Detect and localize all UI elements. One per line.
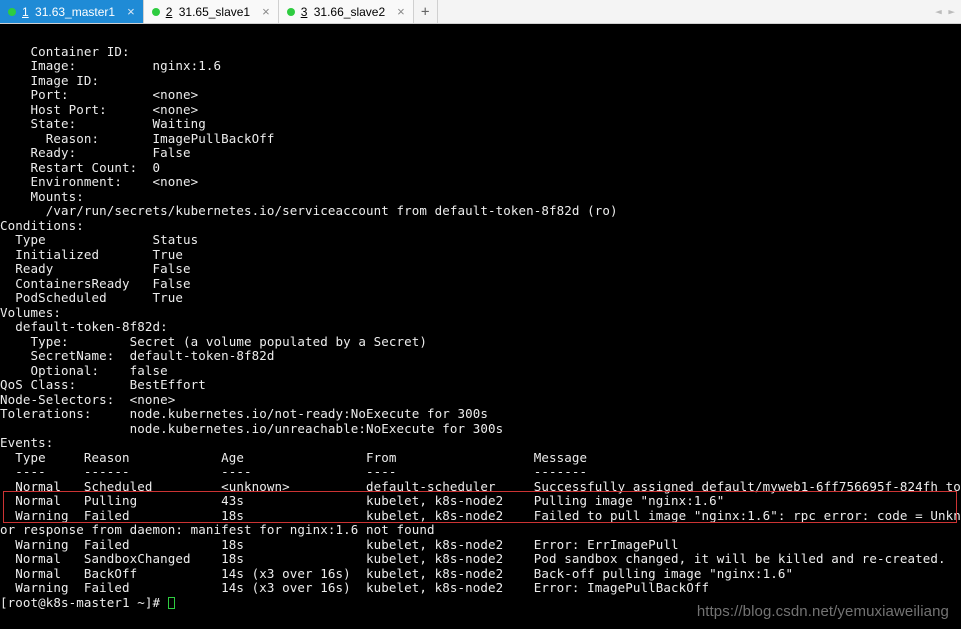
status-dot-icon [152,8,160,16]
line: QoS Class: BestEffort [0,377,206,392]
line: Warning Failed 14s (x3 over 16s) kubelet… [0,580,709,595]
tab-label: 31.63_master1 [35,5,115,19]
line: Ready False [0,261,191,276]
line: Conditions: [0,218,84,233]
line: Mounts: [0,189,84,204]
line: Environment: <none> [0,174,198,189]
line: Ready: False [0,145,191,160]
close-icon[interactable]: × [127,4,135,19]
line: Container ID: [0,44,130,59]
status-dot-icon [8,8,16,16]
tab-3[interactable]: 3 31.66_slave2 × [279,0,414,23]
line: Node-Selectors: <none> [0,392,175,407]
line: Reason: ImagePullBackOff [0,131,275,146]
watermark: https://blog.csdn.net/yemuxiaweiliang [697,605,949,620]
line: Initialized True [0,247,183,262]
tab-accelerator: 2 [166,5,173,19]
add-tab-button[interactable]: + [414,0,438,23]
line: or response from daemon: manifest for ng… [0,522,435,537]
line: Warning Failed 18s kubelet, k8s-node2 Fa… [0,508,961,523]
line: Warning Failed 18s kubelet, k8s-node2 Er… [0,537,679,552]
line: Normal BackOff 14s (x3 over 16s) kubelet… [0,566,793,581]
line: ContainersReady False [0,276,191,291]
tab-accelerator: 3 [301,5,308,19]
line: Optional: false [0,363,168,378]
line: Type Status [0,232,198,247]
line: PodScheduled True [0,290,183,305]
line: Restart Count: 0 [0,160,160,175]
terminal-output[interactable]: Container ID: Image: nginx:1.6 Image ID:… [0,24,961,629]
line: SecretName: default-token-8f82d [0,348,275,363]
tab-nav-arrows[interactable]: ◄ ► [929,0,961,23]
close-icon[interactable]: × [397,4,405,19]
line: Type: Secret (a volume populated by a Se… [0,334,427,349]
tab-1[interactable]: 1 31.63_master1 × [0,0,144,23]
line: State: Waiting [0,116,206,131]
tab-accelerator: 1 [22,5,29,19]
status-dot-icon [287,8,295,16]
prompt-line: [root@k8s-master1 ~]# [0,595,175,610]
line: Normal Scheduled <unknown> default-sched… [0,479,961,494]
tab-label: 31.66_slave2 [314,5,385,19]
tab-bar: 1 31.63_master1 × 2 31.65_slave1 × 3 31.… [0,0,961,24]
line: Normal SandboxChanged 18s kubelet, k8s-n… [0,551,946,566]
close-icon[interactable]: × [262,4,270,19]
line: /var/run/secrets/kubernetes.io/serviceac… [0,203,618,218]
line: Type Reason Age From Message [0,450,587,465]
line: node.kubernetes.io/unreachable:NoExecute… [0,421,503,436]
prompt: [root@k8s-master1 ~]# [0,595,168,610]
line: Volumes: [0,305,61,320]
line: ---- ------ ---- ---- ------- [0,464,587,479]
line: Normal Pulling 43s kubelet, k8s-node2 Pu… [0,493,724,508]
line: default-token-8f82d: [0,319,168,334]
line: Port: <none> [0,87,198,102]
line: Events: [0,435,53,450]
line: Image: nginx:1.6 [0,58,221,73]
tab-2[interactable]: 2 31.65_slave1 × [144,0,279,23]
line: Image ID: [0,73,99,88]
cursor-icon [168,597,175,609]
line: Host Port: <none> [0,102,198,117]
line: Tolerations: node.kubernetes.io/not-read… [0,406,488,421]
tab-label: 31.65_slave1 [179,5,250,19]
